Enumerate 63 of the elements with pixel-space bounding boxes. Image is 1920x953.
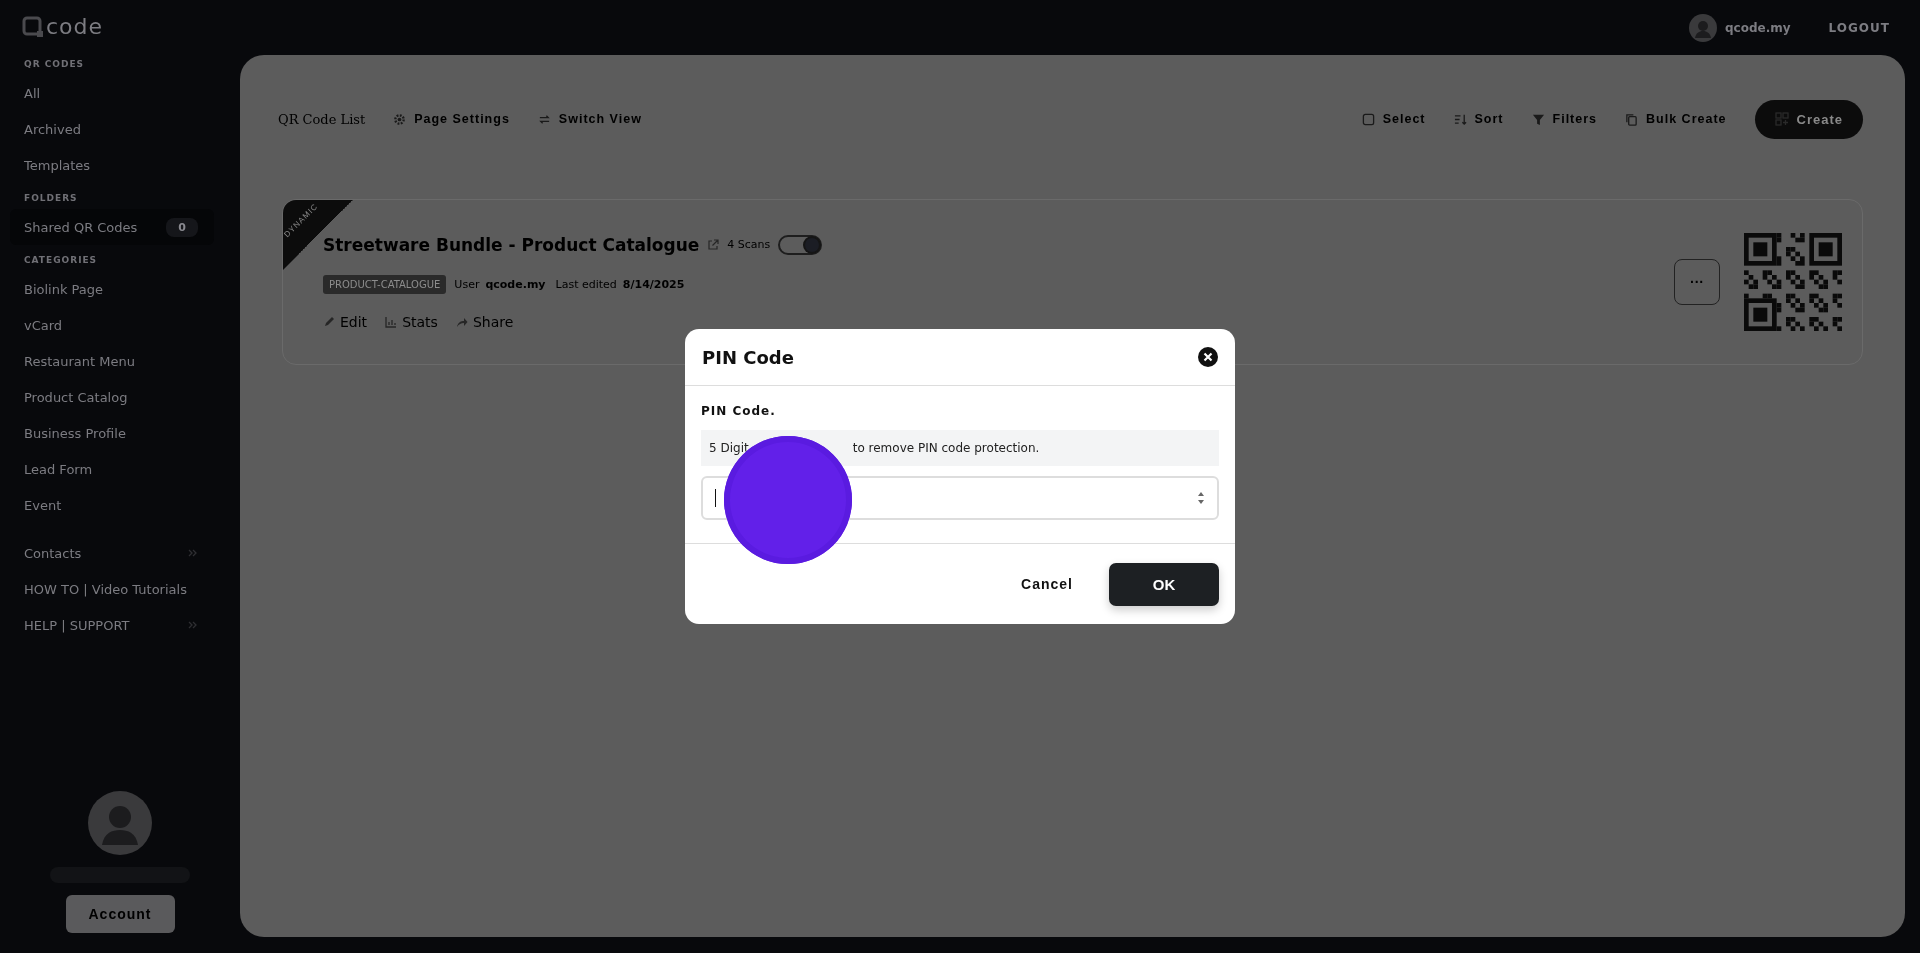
close-icon[interactable] — [1198, 347, 1218, 367]
meta-value: qcode.my — [485, 277, 546, 291]
logout-link[interactable]: LOGOUT — [1828, 20, 1890, 35]
scan-count: 4 Scans — [727, 238, 771, 251]
sidebar-link[interactable]: HELP | SUPPORT — [0, 607, 240, 643]
pencil-icon — [323, 315, 335, 328]
bar-chart-icon — [385, 315, 398, 328]
page-title: QR Code List — [278, 111, 366, 127]
checkbox-icon — [1361, 112, 1375, 126]
toolbar-button[interactable]: Sort — [1453, 112, 1504, 126]
sort-icon — [1453, 112, 1467, 126]
card-action[interactable]: Share — [455, 313, 514, 330]
logo-icon — [22, 15, 44, 38]
toolbar-button[interactable]: Page Settings — [393, 112, 510, 126]
avatar-icon — [88, 791, 152, 855]
sidebar-item[interactable]: Shared QR Codes 0 — [10, 209, 214, 245]
status-toggle[interactable] — [778, 234, 823, 255]
sidebar-link[interactable]: Contacts — [0, 535, 240, 571]
sidebar-item[interactable]: Biolink Page — [0, 271, 240, 307]
meta-label: User — [454, 277, 480, 291]
card-action[interactable]: Stats — [385, 313, 438, 330]
help-text: 5 Digit — [709, 441, 749, 455]
qr-code-icon — [1744, 233, 1842, 331]
sidebar-item[interactable]: Lead Form — [0, 451, 240, 487]
count-badge: 0 — [166, 217, 198, 237]
toolbar-button[interactable]: Select — [1361, 112, 1426, 126]
toolbar-button[interactable]: Filters — [1531, 112, 1598, 126]
gear-icon — [393, 112, 407, 126]
section-heading: QR CODES — [23, 58, 86, 71]
copy-icon — [1625, 112, 1639, 126]
chevron-icon — [188, 549, 198, 557]
meta-label: Last edited — [555, 277, 617, 291]
card-action[interactable]: Edit — [323, 313, 368, 330]
logo-text: code — [46, 14, 104, 39]
sidebar-item[interactable]: All — [0, 75, 240, 111]
qr-plus-icon — [1774, 112, 1789, 126]
section-heading: FOLDERS — [23, 192, 79, 205]
sidebar-item[interactable]: Business Profile — [0, 415, 240, 451]
help-text: to remove PIN code protection. — [852, 441, 1040, 455]
sidebar-item[interactable]: Restaurant Menu — [0, 343, 240, 379]
sidebar-item[interactable]: vCard — [0, 307, 240, 343]
avatar-icon — [1689, 13, 1718, 42]
toolbar-button[interactable]: Switch View — [537, 112, 642, 126]
account-button[interactable]: Account — [65, 895, 175, 933]
ok-button[interactable]: OK — [1109, 562, 1219, 606]
field-label: PIN Code. — [701, 404, 777, 418]
sidebar-item[interactable]: Event — [0, 487, 240, 523]
toolbar-button[interactable]: Bulk Create — [1625, 112, 1727, 126]
meta-value: 8/14/2025 — [622, 277, 685, 291]
filter-icon — [1531, 112, 1545, 126]
category-tag: PRODUCT-CATALOGUE — [323, 274, 447, 294]
cancel-button[interactable]: Cancel — [1015, 575, 1079, 593]
section-heading: CATEGORIES — [23, 254, 99, 267]
sidebar-item[interactable]: Product Catalog — [0, 379, 240, 415]
sidebar-item[interactable]: Archived — [0, 111, 240, 147]
spinner-arrows-icon[interactable] — [1197, 490, 1205, 506]
more-button[interactable]: ··· — [1674, 259, 1720, 305]
dialog-title: PIN Code — [702, 346, 794, 368]
create-button[interactable]: Create — [1754, 99, 1863, 139]
sidebar-link[interactable]: HOW TO | Video Tutorials — [0, 571, 240, 607]
chevron-icon — [188, 621, 198, 629]
user-name[interactable]: qcode.my — [1725, 20, 1791, 35]
sidebar-item[interactable]: Templates — [0, 147, 240, 183]
